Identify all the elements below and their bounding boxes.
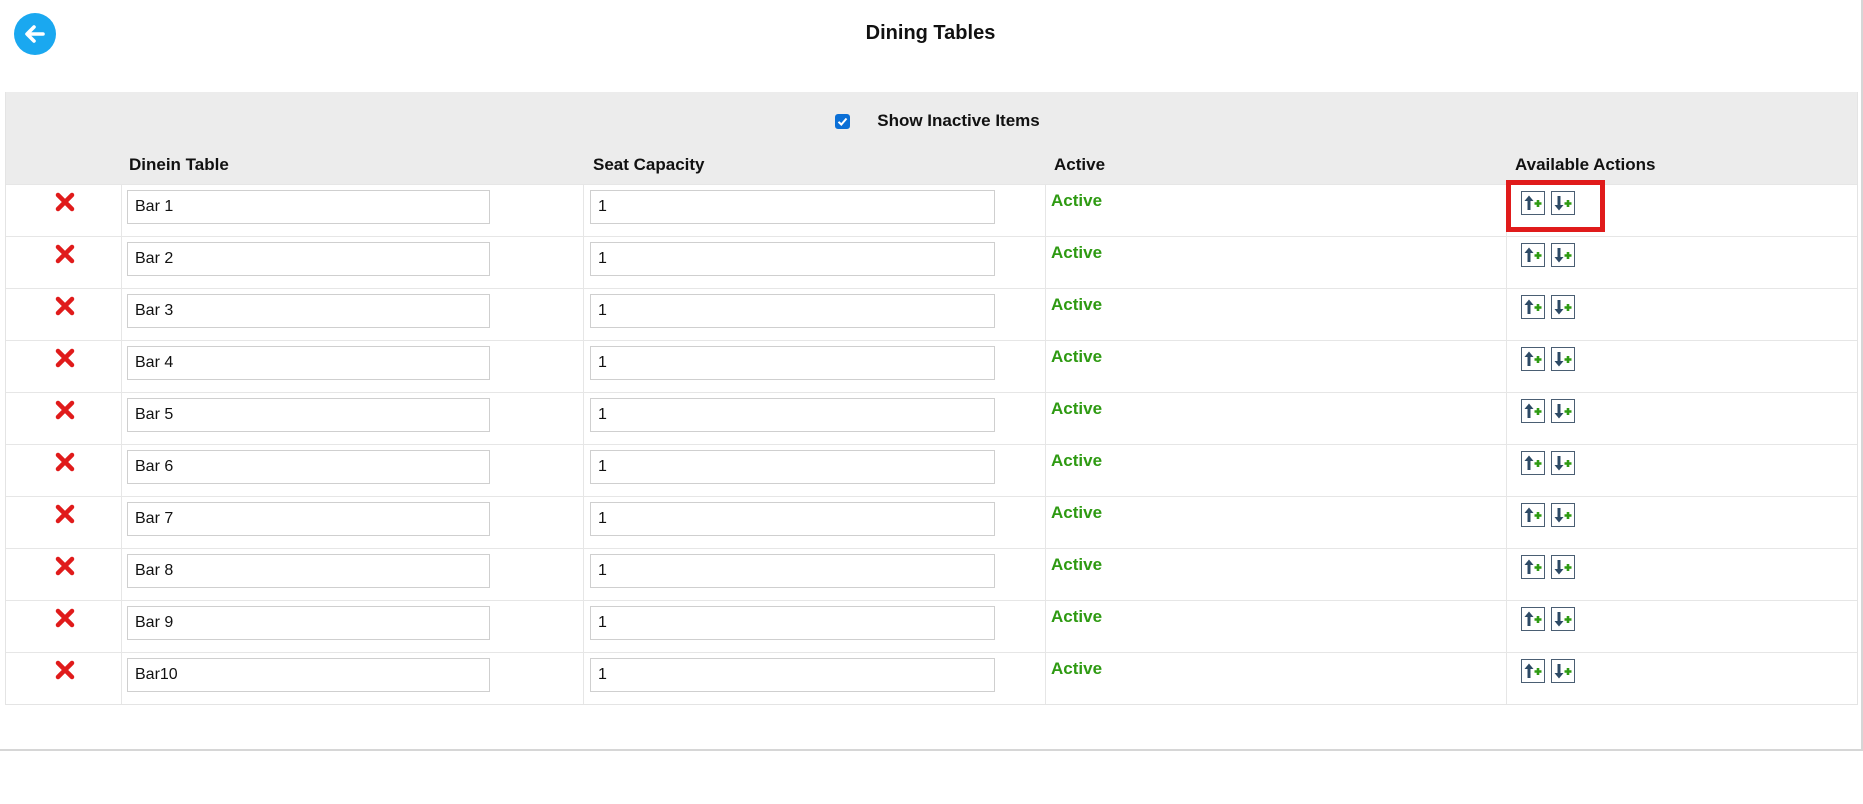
highlight-box — [1506, 180, 1605, 232]
red-x-icon[interactable] — [55, 296, 75, 318]
seat-capacity-input[interactable] — [590, 398, 995, 432]
status-badge: Active — [1051, 191, 1103, 210]
insert-row-below-icon[interactable] — [1551, 607, 1575, 631]
red-x-icon[interactable] — [55, 400, 75, 422]
insert-row-above-icon[interactable] — [1521, 659, 1545, 683]
table-row: Active — [6, 548, 1857, 600]
table-row: Active — [6, 444, 1857, 496]
insert-row-below-icon[interactable] — [1551, 243, 1575, 267]
status-badge: Active — [1051, 607, 1103, 626]
red-x-icon[interactable] — [55, 348, 75, 370]
status-badge: Active — [1051, 451, 1103, 470]
status-badge: Active — [1051, 659, 1103, 678]
insert-row-above-icon[interactable] — [1521, 399, 1545, 423]
dinein-table-name-input[interactable] — [127, 346, 490, 380]
insert-row-below-icon[interactable] — [1551, 555, 1575, 579]
red-x-icon[interactable] — [55, 192, 75, 214]
dinein-table-name-input[interactable] — [127, 554, 490, 588]
red-x-icon[interactable] — [55, 452, 75, 474]
status-badge: Active — [1051, 399, 1103, 418]
table-row: Active — [6, 652, 1857, 704]
seat-capacity-input[interactable] — [590, 242, 995, 276]
check-icon — [838, 117, 848, 126]
page-title: Dining Tables — [865, 22, 996, 44]
insert-row-below-icon[interactable] — [1551, 503, 1575, 527]
red-x-icon[interactable] — [55, 504, 75, 526]
status-badge: Active — [1051, 243, 1103, 262]
dinein-table-name-input[interactable] — [127, 502, 490, 536]
seat-capacity-input[interactable] — [590, 294, 995, 328]
column-header-available-actions: Available Actions — [1515, 155, 1656, 174]
status-badge: Active — [1051, 295, 1103, 314]
table-row: Active — [6, 496, 1857, 548]
table-header: Show Inactive Items Dinein Table Seat Ca… — [6, 92, 1857, 184]
dinein-table-name-input[interactable] — [127, 242, 490, 276]
table-row: Active — [6, 392, 1857, 444]
page: Dining Tables Show Inactive Items Dinein… — [0, 0, 1863, 751]
seat-capacity-input[interactable] — [590, 346, 995, 380]
status-badge: Active — [1051, 503, 1103, 522]
insert-row-above-icon[interactable] — [1521, 555, 1545, 579]
table-row: Active — [6, 236, 1857, 288]
dinein-table-name-input[interactable] — [127, 658, 490, 692]
show-inactive-filter: Show Inactive Items — [6, 111, 1857, 131]
dinein-table-name-input[interactable] — [127, 398, 490, 432]
seat-capacity-input[interactable] — [590, 554, 995, 588]
seat-capacity-input[interactable] — [590, 606, 995, 640]
insert-row-below-icon[interactable] — [1551, 451, 1575, 475]
insert-row-below-icon[interactable] — [1551, 399, 1575, 423]
insert-row-below-icon[interactable] — [1551, 659, 1575, 683]
red-x-icon[interactable] — [55, 608, 75, 630]
status-badge: Active — [1051, 347, 1103, 366]
dinein-table-name-input[interactable] — [127, 190, 490, 224]
table-row: Active — [6, 340, 1857, 392]
column-header-dinein-table: Dinein Table — [129, 155, 229, 174]
dinein-table-name-input[interactable] — [127, 294, 490, 328]
seat-capacity-input[interactable] — [590, 502, 995, 536]
column-header-seat-capacity: Seat Capacity — [593, 155, 705, 174]
red-x-icon[interactable] — [55, 660, 75, 682]
table-row: Active — [6, 288, 1857, 340]
red-x-icon[interactable] — [55, 244, 75, 266]
insert-row-above-icon[interactable] — [1521, 503, 1545, 527]
seat-capacity-input[interactable] — [590, 190, 995, 224]
insert-row-above-icon[interactable] — [1521, 347, 1545, 371]
show-inactive-checkbox[interactable] — [835, 113, 851, 129]
insert-row-above-icon[interactable] — [1521, 451, 1545, 475]
show-inactive-label: Show Inactive Items — [877, 111, 1040, 130]
column-header-active: Active — [1054, 155, 1106, 174]
table-row: Active — [6, 600, 1857, 652]
insert-row-below-icon[interactable] — [1551, 295, 1575, 319]
insert-row-above-icon[interactable] — [1521, 243, 1545, 267]
status-badge: Active — [1051, 555, 1103, 574]
red-x-icon[interactable] — [55, 556, 75, 578]
insert-row-above-icon[interactable] — [1521, 295, 1545, 319]
insert-row-below-icon[interactable] — [1551, 347, 1575, 371]
dinein-table-name-input[interactable] — [127, 606, 490, 640]
dinein-table-name-input[interactable] — [127, 450, 490, 484]
seat-capacity-input[interactable] — [590, 450, 995, 484]
insert-row-above-icon[interactable] — [1521, 607, 1545, 631]
seat-capacity-input[interactable] — [590, 658, 995, 692]
